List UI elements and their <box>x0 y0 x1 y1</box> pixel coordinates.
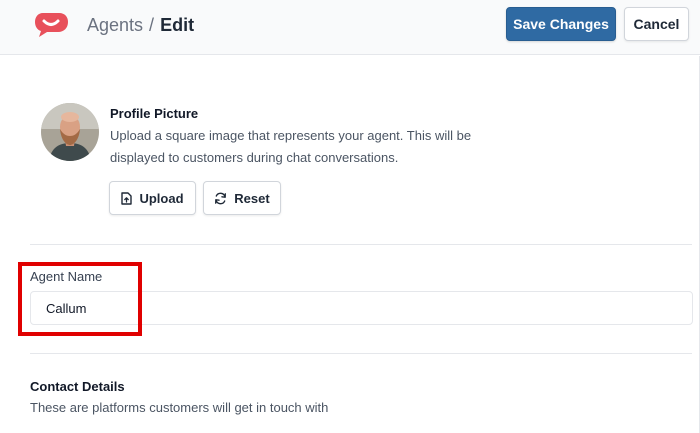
breadcrumb: Agents / Edit <box>87 14 194 36</box>
contact-details-description: These are platforms customers will get i… <box>30 400 329 415</box>
app-logo-icon[interactable] <box>33 11 69 38</box>
upload-button-label: Upload <box>139 190 184 206</box>
breadcrumb-agents-link[interactable]: Agents <box>87 15 143 35</box>
file-upload-icon <box>121 191 133 205</box>
reset-button-label: Reset <box>234 190 270 206</box>
profile-picture-title: Profile Picture <box>110 106 199 121</box>
contact-details-title: Contact Details <box>30 379 125 394</box>
section-divider <box>30 353 692 354</box>
section-divider <box>30 244 692 245</box>
top-bar: Agents / Edit Save Changes Cancel <box>0 0 700 55</box>
refresh-icon <box>215 192 227 204</box>
agent-name-input[interactable] <box>30 291 693 325</box>
cancel-button[interactable]: Cancel <box>624 7 689 41</box>
breadcrumb-separator: / <box>149 15 155 35</box>
save-changes-button[interactable]: Save Changes <box>506 7 616 41</box>
profile-picture-description: Upload a square image that represents yo… <box>110 128 472 165</box>
agent-name-label: Agent Name <box>30 269 103 284</box>
agent-photo <box>41 103 99 161</box>
reset-button[interactable]: Reset <box>203 181 281 215</box>
page-title: Edit <box>160 15 195 35</box>
upload-button[interactable]: Upload <box>109 181 196 215</box>
avatar <box>41 103 99 161</box>
